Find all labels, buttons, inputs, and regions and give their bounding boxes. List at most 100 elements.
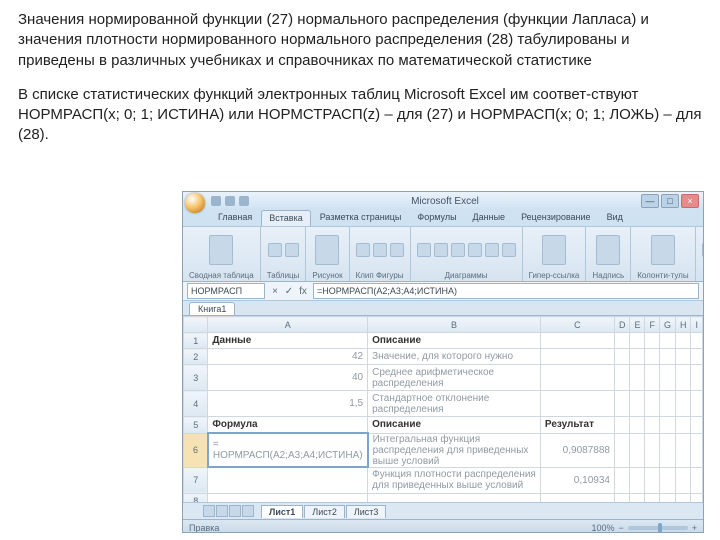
cell[interactable] (614, 391, 630, 417)
ribbon-icon[interactable] (468, 243, 482, 257)
cell[interactable] (659, 493, 675, 502)
cell[interactable] (540, 349, 614, 365)
ribbon-tab[interactable]: Вставка (261, 210, 310, 226)
row-header[interactable]: 1 (184, 333, 208, 349)
cell[interactable] (659, 391, 675, 417)
cell[interactable]: Формула (208, 417, 368, 434)
row-header[interactable]: 7 (184, 467, 208, 493)
cell[interactable] (630, 493, 645, 502)
cell[interactable] (630, 433, 645, 467)
cell[interactable] (691, 433, 703, 467)
name-box[interactable]: НОРМРАСП (187, 283, 265, 299)
formula-input[interactable]: =НОРМРАСП(A2;A3;A4;ИСТИНА) (313, 283, 699, 299)
ribbon-icon[interactable] (434, 243, 448, 257)
cell[interactable] (691, 493, 703, 502)
select-all-corner[interactable] (184, 317, 208, 333)
column-header[interactable]: C (540, 317, 614, 333)
ribbon-icon[interactable] (542, 235, 566, 265)
cell[interactable] (540, 365, 614, 391)
cell[interactable] (675, 433, 691, 467)
cell[interactable] (659, 333, 675, 349)
ribbon-tab[interactable]: Данные (466, 210, 513, 226)
formula-enter-icon[interactable]: ✓ (283, 285, 295, 297)
cell[interactable] (675, 493, 691, 502)
cell[interactable] (208, 467, 368, 493)
cell[interactable] (614, 467, 630, 493)
cell[interactable] (659, 467, 675, 493)
row-header[interactable]: 3 (184, 365, 208, 391)
ribbon-tab[interactable]: Рецензирование (514, 210, 598, 226)
column-header[interactable]: A (208, 317, 368, 333)
cell[interactable]: Значение, для которого нужно (368, 349, 541, 365)
cell[interactable]: Функция плотности распределения для прив… (368, 467, 541, 493)
column-header[interactable]: H (675, 317, 691, 333)
ribbon-icon[interactable] (417, 243, 431, 257)
cell[interactable] (614, 433, 630, 467)
cell[interactable]: 1,5 (208, 391, 368, 417)
fx-icon[interactable]: fx (297, 285, 309, 297)
cell[interactable] (691, 333, 703, 349)
ribbon-tab[interactable]: Формулы (410, 210, 463, 226)
column-header[interactable]: B (368, 317, 541, 333)
cell[interactable] (691, 391, 703, 417)
cell[interactable] (645, 349, 660, 365)
cell[interactable] (659, 349, 675, 365)
cell[interactable] (614, 333, 630, 349)
cell[interactable] (691, 365, 703, 391)
ribbon-tab[interactable]: Вид (600, 210, 630, 226)
cell[interactable] (675, 391, 691, 417)
cell[interactable]: Описание (368, 333, 541, 349)
cell[interactable] (630, 333, 645, 349)
cell[interactable]: Описание (368, 417, 541, 434)
cell[interactable] (630, 467, 645, 493)
cell[interactable]: Результат (540, 417, 614, 434)
ribbon-icon[interactable] (285, 243, 299, 257)
cell[interactable] (675, 365, 691, 391)
cell[interactable]: 40 (208, 365, 368, 391)
ribbon-icon[interactable] (315, 235, 339, 265)
row-header[interactable]: 4 (184, 391, 208, 417)
office-button[interactable] (185, 193, 205, 213)
cell[interactable] (675, 417, 691, 434)
cell[interactable] (630, 349, 645, 365)
ribbon-icon[interactable] (651, 235, 675, 265)
cell[interactable] (614, 493, 630, 502)
ribbon-tab[interactable]: Разметка страницы (313, 210, 409, 226)
ribbon-icon[interactable] (209, 235, 233, 265)
row-header[interactable]: 2 (184, 349, 208, 365)
ribbon-icon[interactable] (485, 243, 499, 257)
sheet-tab[interactable]: Лист2 (304, 505, 345, 518)
cell[interactable] (630, 391, 645, 417)
ribbon-icon[interactable] (268, 243, 282, 257)
cell[interactable] (645, 333, 660, 349)
ribbon-icon[interactable] (596, 235, 620, 265)
cell[interactable] (645, 417, 660, 434)
cell[interactable] (691, 349, 703, 365)
cell[interactable]: Данные (208, 333, 368, 349)
ribbon-icon[interactable] (451, 243, 465, 257)
cell[interactable] (691, 467, 703, 493)
sheet-nav[interactable] (203, 505, 254, 517)
formula-cancel-icon[interactable]: × (269, 285, 281, 297)
cell[interactable] (675, 349, 691, 365)
zoom-slider[interactable] (628, 526, 688, 530)
cell[interactable] (645, 467, 660, 493)
column-header[interactable]: F (645, 317, 660, 333)
cell[interactable] (659, 365, 675, 391)
ribbon-tab[interactable]: Главная (211, 210, 259, 226)
cell[interactable]: 42 (208, 349, 368, 365)
cell[interactable] (614, 417, 630, 434)
cell[interactable] (659, 433, 675, 467)
cell[interactable] (645, 493, 660, 502)
cell[interactable] (540, 333, 614, 349)
cell[interactable]: Интегральная функция распределения для п… (368, 433, 541, 467)
workbook-tab[interactable]: Книга1 (189, 302, 235, 315)
cell[interactable] (540, 391, 614, 417)
cell[interactable]: Среднее арифметическое распределения (368, 365, 541, 391)
cell[interactable] (630, 365, 645, 391)
cell[interactable] (540, 493, 614, 502)
row-header[interactable]: 6 (184, 433, 208, 467)
sheet-tab[interactable]: Лист3 (346, 505, 387, 518)
ribbon-icon[interactable] (390, 243, 404, 257)
ribbon-icon[interactable] (356, 243, 370, 257)
